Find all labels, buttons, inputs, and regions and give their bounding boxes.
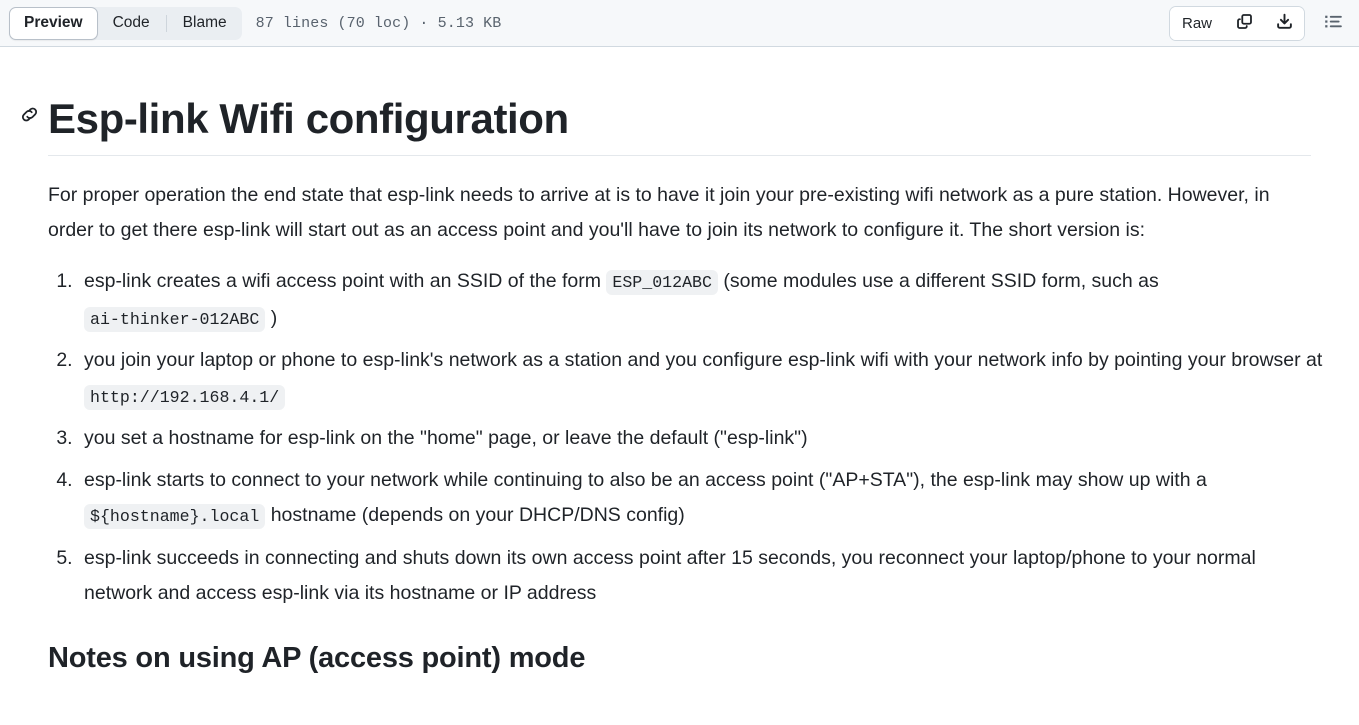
segmented-divider (165, 14, 167, 32)
outline-toggle-button[interactable] (1317, 7, 1349, 39)
list-item: esp-link creates a wifi access point wit… (78, 264, 1329, 337)
heading-1-block: Esp-link Wifi configuration (21, 47, 1311, 157)
download-button[interactable] (1264, 6, 1304, 40)
tab-code[interactable]: Code (98, 7, 165, 40)
page-title: Esp-link Wifi configuration (21, 93, 1311, 144)
copy-button[interactable] (1224, 6, 1264, 40)
list-item: you set a hostname for esp-link on the "… (78, 421, 1329, 457)
download-icon (1276, 13, 1293, 34)
view-mode-segmented-control: Preview Code Blame (9, 6, 242, 40)
inline-code: http://192.168.4.1/ (84, 384, 286, 410)
list-item: esp-link starts to connect to your netwo… (78, 463, 1329, 535)
list-item: you join your laptop or phone to esp-lin… (78, 343, 1329, 415)
file-meta-text: 87 lines (70 loc) · 5.13 KB (255, 14, 502, 32)
steps-list: esp-link creates a wifi access point wit… (30, 264, 1329, 612)
tab-preview[interactable]: Preview (9, 6, 98, 40)
page-title-text: Esp-link Wifi configuration (48, 95, 569, 142)
inline-code: ai-thinker-012ABC (84, 306, 266, 332)
copy-icon (1236, 13, 1253, 34)
intro-paragraph: For proper operation the end state that … (48, 184, 1270, 242)
raw-button[interactable]: Raw (1169, 6, 1224, 40)
inline-code: ESP_012ABC (606, 270, 718, 296)
link-icon[interactable] (18, 103, 40, 125)
inline-code: ${hostname}.local (84, 504, 266, 530)
file-actions-button-group: Raw (1168, 5, 1305, 41)
outline-list-icon (1324, 12, 1343, 34)
section-heading-notes: Notes on using AP (access point) mode (48, 641, 586, 674)
file-toolbar: Preview Code Blame 87 lines (70 loc) · 5… (0, 0, 1359, 47)
markdown-content: Esp-link Wifi configuration For proper o… (0, 47, 1359, 676)
tab-blame[interactable]: Blame (168, 7, 242, 40)
list-item: esp-link succeeds in connecting and shut… (78, 541, 1329, 612)
toolbar-actions: Raw (1168, 5, 1349, 41)
